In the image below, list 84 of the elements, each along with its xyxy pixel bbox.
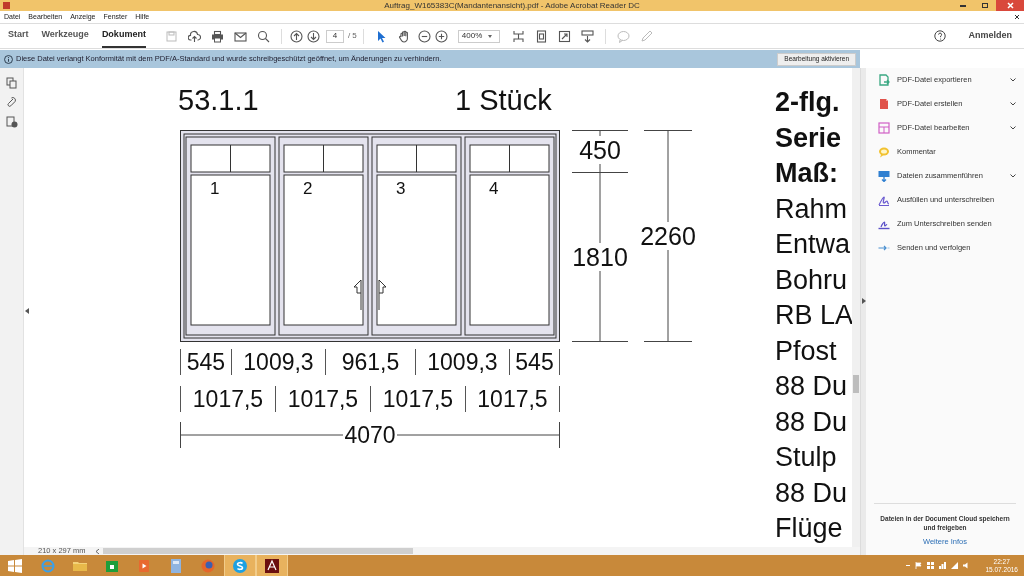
tab[interactable]: Werkzeuge <box>41 24 89 48</box>
fit-page-icon[interactable] <box>534 29 548 43</box>
document-icon[interactable] <box>878 98 890 110</box>
signal-icon[interactable] <box>951 562 959 569</box>
pane-number: 3 <box>396 179 406 198</box>
window-title: Auftrag_W165383C(Mandantenansicht).pdf - Adobe Acrobat Reader DC <box>383 0 641 11</box>
fit-height-icon[interactable] <box>511 29 525 43</box>
full-screen-icon[interactable] <box>557 29 571 43</box>
quantity-label: 1 Stück <box>455 86 552 115</box>
caret-icon[interactable] <box>488 34 493 38</box>
signature-icon[interactable] <box>878 194 890 206</box>
previous-page-icon[interactable] <box>289 29 303 43</box>
description-text: Stulp <box>775 441 838 474</box>
tab[interactable]: Dokument <box>101 24 146 48</box>
dimension-label: 1017,5 <box>287 386 359 412</box>
dimension-label: 545 <box>186 349 226 375</box>
layout-icon[interactable] <box>878 122 890 134</box>
app-icon <box>3 2 10 9</box>
description-text: 88 Du <box>775 476 849 510</box>
play-icon[interactable] <box>136 557 152 574</box>
tab[interactable]: Start <box>8 24 29 48</box>
description-text: 88 Du <box>775 405 849 439</box>
next-page-icon[interactable] <box>306 29 320 43</box>
dimension-label: 961,5 <box>341 349 400 375</box>
s-logo-icon[interactable] <box>232 557 248 574</box>
flag-icon[interactable] <box>915 562 923 569</box>
position-number: 53.1.1 <box>178 86 259 115</box>
dimension-label: 450 <box>578 136 622 164</box>
pane-number: 2 <box>303 179 313 198</box>
cloud-upload-icon[interactable] <box>187 29 201 43</box>
horizontal-scrollbar[interactable] <box>103 548 413 554</box>
heading-text: 2-flg. <box>775 86 841 119</box>
page-number-field[interactable]: 4 <box>325 29 344 43</box>
arrow-left-icon <box>353 279 362 311</box>
pane-number: 1 <box>210 179 220 198</box>
heading-text: Maß: <box>775 157 839 190</box>
print-icon[interactable] <box>210 29 224 43</box>
mail-icon[interactable] <box>233 29 247 43</box>
speaker-icon[interactable] <box>963 562 971 569</box>
windows-icon[interactable] <box>927 562 935 569</box>
scrollbar-thumb[interactable] <box>853 375 859 393</box>
chevron-down-icon[interactable] <box>1010 78 1016 82</box>
description-text: Pfost <box>775 334 838 368</box>
help-icon[interactable] <box>934 30 947 42</box>
chevron-down-icon[interactable] <box>1010 102 1016 106</box>
description-text: 88 Du <box>775 370 849 403</box>
description-text: Rahm <box>775 192 849 226</box>
paperclip-icon[interactable] <box>6 97 17 108</box>
dimension-label: 2260 <box>639 222 697 250</box>
hand-icon[interactable] <box>397 29 411 43</box>
export-icon[interactable] <box>878 74 890 86</box>
dimension-label: 1017,5 <box>477 386 548 412</box>
description-text: Bohru <box>775 263 849 297</box>
close-icon[interactable] <box>1014 14 1020 20</box>
read-mode-icon[interactable] <box>580 29 594 43</box>
description-text: Entwa <box>775 228 852 261</box>
dimension-label: 1009,3 <box>243 349 314 375</box>
network-icon[interactable] <box>939 562 947 569</box>
document-lock-icon[interactable] <box>5 116 18 128</box>
chevron-down-icon[interactable] <box>1010 126 1016 130</box>
dimension-label: 1017,5 <box>382 386 454 412</box>
dimension-label: 1017,5 <box>192 386 264 412</box>
pages-icon[interactable] <box>6 77 17 89</box>
combine-icon[interactable] <box>878 170 890 182</box>
close-button[interactable] <box>996 0 1024 11</box>
zoom-in-icon[interactable] <box>434 29 448 43</box>
arrow-right-icon <box>378 279 387 311</box>
dimension-label: 1810 <box>571 243 629 271</box>
description-text: Flüge <box>775 512 844 545</box>
pane-number: 4 <box>489 179 499 198</box>
zoom-out-icon[interactable] <box>417 29 431 43</box>
vertical-scrollbar[interactable] <box>852 68 860 547</box>
info-icon <box>4 54 13 64</box>
page-count: / 5 <box>347 30 357 42</box>
search-icon[interactable] <box>256 29 270 43</box>
signature-icon[interactable] <box>878 218 890 230</box>
sign-in-link[interactable]: Anmelden <box>968 29 1012 43</box>
dimension-label: 545 <box>515 349 554 375</box>
start-icon[interactable] <box>8 558 22 573</box>
heading-text: Serie <box>775 121 843 155</box>
scroll-left-icon[interactable] <box>96 548 99 554</box>
chevron-down-icon[interactable] <box>1010 174 1016 178</box>
dimension-label: 1009,3 <box>427 349 498 375</box>
acrobat-icon[interactable] <box>264 557 280 574</box>
